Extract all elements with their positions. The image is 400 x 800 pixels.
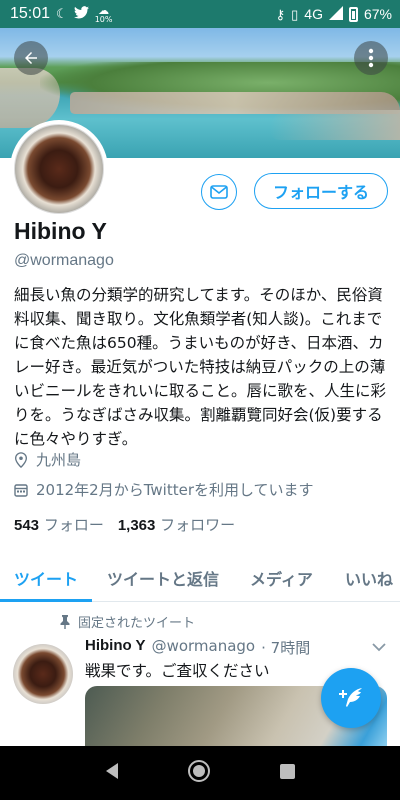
status-time: 15:01 <box>10 5 51 22</box>
battery-level: 67% <box>363 6 392 22</box>
tweet-author-avatar[interactable] <box>13 644 73 704</box>
compose-feather-icon <box>339 688 362 707</box>
tab-tweets-and-replies[interactable]: ツイートと返信 <box>107 554 219 601</box>
envelope-icon <box>210 185 228 199</box>
tweet-text: 戦果です。ご査収ください <box>85 662 270 680</box>
profile-joined-date: 2012年2月からTwitterを利用しています <box>14 479 314 500</box>
tweet-header: Hibino Y @wormanago · 7時間 <box>85 637 310 658</box>
avatar[interactable] <box>10 120 108 218</box>
battery-icon <box>348 6 358 22</box>
followers-stat[interactable]: 1,363 フォロワー <box>118 514 235 535</box>
calendar-icon <box>14 483 28 497</box>
tweet-author-name[interactable]: Hibino Y <box>85 637 146 658</box>
nav-recents-button[interactable] <box>279 763 296 784</box>
more-vertical-icon <box>368 48 374 68</box>
tweet-author-handle: @wormanago <box>151 637 256 655</box>
avatar-image <box>14 124 104 214</box>
compose-tweet-button[interactable] <box>321 668 381 728</box>
system-nav-bar <box>0 746 400 800</box>
tab-media[interactable]: メディア <box>250 554 313 601</box>
key-icon: ⚷ <box>275 6 286 22</box>
profile-tabs: ツイート ツイートと返信 メディア いいね <box>0 554 400 602</box>
circle-home-icon <box>188 760 211 782</box>
profile-handle: @wormanago <box>14 252 114 269</box>
tweet-menu-button[interactable] <box>372 640 386 656</box>
profile-location: 九州島 <box>14 449 81 470</box>
vibrate-icon: ▯ <box>291 6 299 22</box>
joined-text: 2012年2月からTwitterを利用しています <box>36 481 314 499</box>
tab-likes[interactable]: いいね <box>345 554 393 601</box>
nav-back-button[interactable] <box>104 762 120 784</box>
tab-tweets[interactable]: ツイート <box>0 554 93 602</box>
profile-bio: 細長い魚の分類学的研究してます。そのほか、民俗資料収集、聞き取り。文化魚類学者(… <box>14 286 387 448</box>
message-button[interactable] <box>201 174 237 210</box>
weather-icon: ☁ 10% <box>94 3 113 24</box>
triangle-back-icon <box>105 763 118 779</box>
follow-stats: 543 フォロー 1,363 フォロワー <box>14 514 235 535</box>
signal-icon <box>328 6 343 22</box>
back-button[interactable] <box>14 41 48 75</box>
more-options-button[interactable] <box>354 41 388 75</box>
square-recents-icon <box>280 763 296 779</box>
following-stat[interactable]: 543 フォロー <box>14 514 104 535</box>
tweet-time: · 7時間 <box>261 639 311 657</box>
location-pin-icon <box>14 451 28 468</box>
status-bar: 15:01 ☾ ☁ 10% ⚷ ▯ 4G 67% <box>0 0 400 28</box>
moon-icon: ☾ <box>56 6 68 22</box>
arrow-left-icon <box>25 52 37 64</box>
follow-button[interactable]: フォローする <box>254 173 388 209</box>
nav-home-button[interactable] <box>187 759 211 787</box>
location-text: 九州島 <box>36 451 82 469</box>
profile-name: Hibino Y <box>14 218 107 244</box>
pinned-label: 固定されたツイート <box>60 612 195 631</box>
pin-icon <box>60 614 70 629</box>
chevron-down-icon <box>372 643 386 652</box>
twitter-bird-icon <box>73 6 89 22</box>
network-type: 4G <box>304 6 323 22</box>
